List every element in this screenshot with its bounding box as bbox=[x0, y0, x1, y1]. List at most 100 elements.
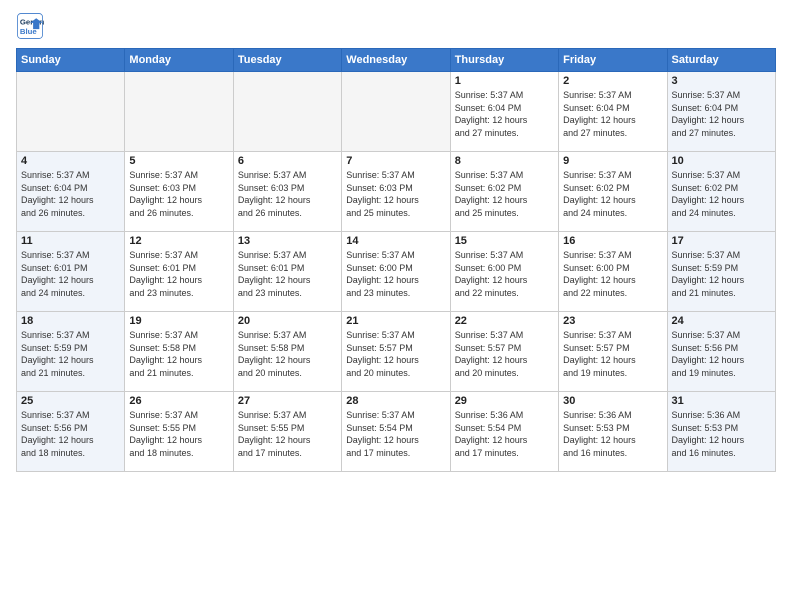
calendar-cell: 20 Sunrise: 5:37 AM Sunset: 5:58 PM Dayli… bbox=[233, 312, 341, 392]
day-info: Sunrise: 5:37 AM Sunset: 5:57 PM Dayligh… bbox=[455, 329, 554, 379]
weekday-header-thursday: Thursday bbox=[450, 49, 558, 72]
logo-icon: General Blue bbox=[16, 12, 44, 40]
calendar-cell: 31 Sunrise: 5:36 AM Sunset: 5:53 PM Dayli… bbox=[667, 392, 775, 472]
day-info: Sunrise: 5:37 AM Sunset: 6:04 PM Dayligh… bbox=[455, 89, 554, 139]
day-info: Sunrise: 5:36 AM Sunset: 5:54 PM Dayligh… bbox=[455, 409, 554, 459]
calendar-cell bbox=[125, 72, 233, 152]
calendar-cell: 21 Sunrise: 5:37 AM Sunset: 5:57 PM Dayli… bbox=[342, 312, 450, 392]
day-number: 27 bbox=[238, 395, 337, 407]
day-info: Sunrise: 5:37 AM Sunset: 6:01 PM Dayligh… bbox=[21, 249, 120, 299]
day-info: Sunrise: 5:37 AM Sunset: 6:04 PM Dayligh… bbox=[21, 169, 120, 219]
day-number: 15 bbox=[455, 235, 554, 247]
logo: General Blue bbox=[16, 12, 48, 40]
week-row-4: 18Sunrise: 5:37 AM Sunset: 5:59 PM Dayli… bbox=[17, 312, 776, 392]
calendar-cell: 30 Sunrise: 5:36 AM Sunset: 5:53 PM Dayli… bbox=[559, 392, 667, 472]
calendar-cell: 24Sunrise: 5:37 AM Sunset: 5:56 PM Dayli… bbox=[667, 312, 775, 392]
weekday-header-row: SundayMondayTuesdayWednesdayThursdayFrid… bbox=[17, 49, 776, 72]
weekday-header-friday: Friday bbox=[559, 49, 667, 72]
day-info: Sunrise: 5:37 AM Sunset: 6:04 PM Dayligh… bbox=[563, 89, 662, 139]
weekday-header-sunday: Sunday bbox=[17, 49, 125, 72]
week-row-1: 1 Sunrise: 5:37 AM Sunset: 6:04 PM Daylig… bbox=[17, 72, 776, 152]
day-number: 11 bbox=[21, 235, 120, 247]
calendar-cell: 26 Sunrise: 5:37 AM Sunset: 5:55 PM Dayli… bbox=[125, 392, 233, 472]
day-number: 23 bbox=[563, 315, 662, 327]
day-number: 28 bbox=[346, 395, 445, 407]
day-number: 30 bbox=[563, 395, 662, 407]
day-number: 16 bbox=[563, 235, 662, 247]
calendar-cell: 8Sunrise: 5:37 AM Sunset: 6:02 PM Daylig… bbox=[450, 152, 558, 232]
day-info: Sunrise: 5:37 AM Sunset: 6:00 PM Dayligh… bbox=[346, 249, 445, 299]
day-info: Sunrise: 5:37 AM Sunset: 5:55 PM Dayligh… bbox=[129, 409, 228, 459]
day-number: 22 bbox=[455, 315, 554, 327]
weekday-header-wednesday: Wednesday bbox=[342, 49, 450, 72]
calendar-cell: 14 Sunrise: 5:37 AM Sunset: 6:00 PM Dayli… bbox=[342, 232, 450, 312]
calendar-cell: 7 Sunrise: 5:37 AM Sunset: 6:03 PM Daylig… bbox=[342, 152, 450, 232]
day-number: 9 bbox=[563, 155, 662, 167]
day-number: 7 bbox=[346, 155, 445, 167]
header: General Blue bbox=[16, 12, 776, 40]
day-info: Sunrise: 5:36 AM Sunset: 5:53 PM Dayligh… bbox=[672, 409, 771, 459]
day-info: Sunrise: 5:37 AM Sunset: 5:56 PM Dayligh… bbox=[21, 409, 120, 459]
day-number: 26 bbox=[129, 395, 228, 407]
day-info: Sunrise: 5:37 AM Sunset: 6:00 PM Dayligh… bbox=[563, 249, 662, 299]
day-info: Sunrise: 5:37 AM Sunset: 5:59 PM Dayligh… bbox=[672, 249, 771, 299]
day-info: Sunrise: 5:37 AM Sunset: 5:58 PM Dayligh… bbox=[129, 329, 228, 379]
weekday-header-tuesday: Tuesday bbox=[233, 49, 341, 72]
calendar-cell: 1 Sunrise: 5:37 AM Sunset: 6:04 PM Daylig… bbox=[450, 72, 558, 152]
day-info: Sunrise: 5:37 AM Sunset: 6:02 PM Dayligh… bbox=[455, 169, 554, 219]
day-number: 13 bbox=[238, 235, 337, 247]
day-number: 21 bbox=[346, 315, 445, 327]
day-number: 10 bbox=[672, 155, 771, 167]
day-info: Sunrise: 5:37 AM Sunset: 5:57 PM Dayligh… bbox=[346, 329, 445, 379]
calendar-cell: 11 Sunrise: 5:37 AM Sunset: 6:01 PM Dayli… bbox=[17, 232, 125, 312]
calendar-cell: 16 Sunrise: 5:37 AM Sunset: 6:00 PM Dayli… bbox=[559, 232, 667, 312]
page-container: General Blue SundayMondayTuesdayWednesda… bbox=[0, 0, 792, 480]
day-number: 14 bbox=[346, 235, 445, 247]
day-number: 4 bbox=[21, 155, 120, 167]
day-info: Sunrise: 5:37 AM Sunset: 6:04 PM Dayligh… bbox=[672, 89, 771, 139]
calendar-cell: 10 Sunrise: 5:37 AM Sunset: 6:02 PM Dayli… bbox=[667, 152, 775, 232]
day-number: 1 bbox=[455, 75, 554, 87]
calendar-cell: 25Sunrise: 5:37 AM Sunset: 5:56 PM Dayli… bbox=[17, 392, 125, 472]
calendar-cell: 2Sunrise: 5:37 AM Sunset: 6:04 PM Daylig… bbox=[559, 72, 667, 152]
calendar-cell: 29 Sunrise: 5:36 AM Sunset: 5:54 PM Dayli… bbox=[450, 392, 558, 472]
day-info: Sunrise: 5:37 AM Sunset: 6:01 PM Dayligh… bbox=[129, 249, 228, 299]
calendar-cell: 9 Sunrise: 5:37 AM Sunset: 6:02 PM Daylig… bbox=[559, 152, 667, 232]
calendar-cell: 28 Sunrise: 5:37 AM Sunset: 5:54 PM Dayli… bbox=[342, 392, 450, 472]
day-info: Sunrise: 5:37 AM Sunset: 6:02 PM Dayligh… bbox=[563, 169, 662, 219]
calendar-cell: 27 Sunrise: 5:37 AM Sunset: 5:55 PM Dayli… bbox=[233, 392, 341, 472]
day-number: 20 bbox=[238, 315, 337, 327]
day-info: Sunrise: 5:37 AM Sunset: 6:02 PM Dayligh… bbox=[672, 169, 771, 219]
calendar-cell bbox=[233, 72, 341, 152]
day-number: 17 bbox=[672, 235, 771, 247]
calendar-cell: 17 Sunrise: 5:37 AM Sunset: 5:59 PM Dayli… bbox=[667, 232, 775, 312]
week-row-2: 4 Sunrise: 5:37 AM Sunset: 6:04 PM Daylig… bbox=[17, 152, 776, 232]
day-info: Sunrise: 5:37 AM Sunset: 5:56 PM Dayligh… bbox=[672, 329, 771, 379]
day-info: Sunrise: 5:37 AM Sunset: 6:03 PM Dayligh… bbox=[346, 169, 445, 219]
day-info: Sunrise: 5:36 AM Sunset: 5:53 PM Dayligh… bbox=[563, 409, 662, 459]
calendar-cell: 6Sunrise: 5:37 AM Sunset: 6:03 PM Daylig… bbox=[233, 152, 341, 232]
day-info: Sunrise: 5:37 AM Sunset: 6:03 PM Dayligh… bbox=[129, 169, 228, 219]
calendar-cell bbox=[342, 72, 450, 152]
day-number: 5 bbox=[129, 155, 228, 167]
day-info: Sunrise: 5:37 AM Sunset: 5:57 PM Dayligh… bbox=[563, 329, 662, 379]
weekday-header-monday: Monday bbox=[125, 49, 233, 72]
day-info: Sunrise: 5:37 AM Sunset: 5:55 PM Dayligh… bbox=[238, 409, 337, 459]
calendar-cell: 4 Sunrise: 5:37 AM Sunset: 6:04 PM Daylig… bbox=[17, 152, 125, 232]
week-row-5: 25Sunrise: 5:37 AM Sunset: 5:56 PM Dayli… bbox=[17, 392, 776, 472]
day-number: 18 bbox=[21, 315, 120, 327]
day-info: Sunrise: 5:37 AM Sunset: 5:58 PM Dayligh… bbox=[238, 329, 337, 379]
calendar-table: SundayMondayTuesdayWednesdayThursdayFrid… bbox=[16, 48, 776, 472]
day-info: Sunrise: 5:37 AM Sunset: 6:00 PM Dayligh… bbox=[455, 249, 554, 299]
calendar-cell: 22 Sunrise: 5:37 AM Sunset: 5:57 PM Dayli… bbox=[450, 312, 558, 392]
week-row-3: 11 Sunrise: 5:37 AM Sunset: 6:01 PM Dayli… bbox=[17, 232, 776, 312]
day-number: 31 bbox=[672, 395, 771, 407]
calendar-cell: 5 Sunrise: 5:37 AM Sunset: 6:03 PM Daylig… bbox=[125, 152, 233, 232]
day-number: 12 bbox=[129, 235, 228, 247]
calendar-cell: 15 Sunrise: 5:37 AM Sunset: 6:00 PM Dayli… bbox=[450, 232, 558, 312]
day-info: Sunrise: 5:37 AM Sunset: 5:54 PM Dayligh… bbox=[346, 409, 445, 459]
day-number: 29 bbox=[455, 395, 554, 407]
calendar-cell: 19Sunrise: 5:37 AM Sunset: 5:58 PM Dayli… bbox=[125, 312, 233, 392]
weekday-header-saturday: Saturday bbox=[667, 49, 775, 72]
calendar-cell: 13Sunrise: 5:37 AM Sunset: 6:01 PM Dayli… bbox=[233, 232, 341, 312]
